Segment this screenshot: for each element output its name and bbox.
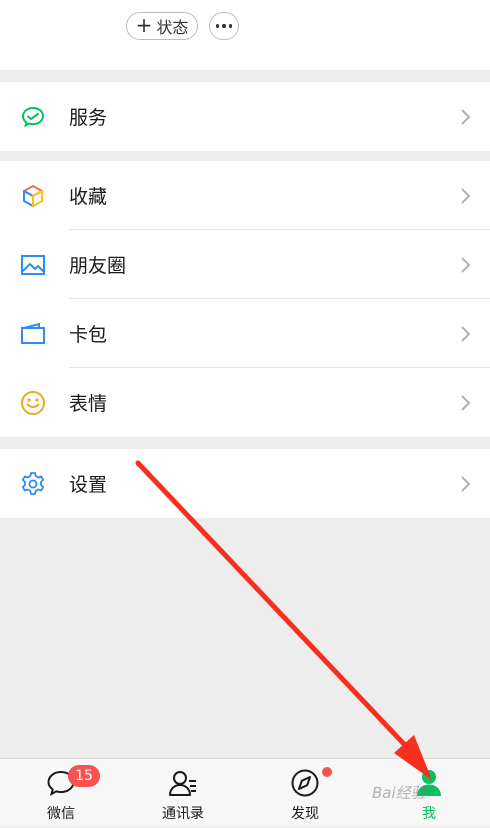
tab-contacts[interactable]: 通讯录 (122, 759, 244, 828)
compass-icon (289, 767, 321, 799)
profile-header: + 状态 (0, 0, 490, 70)
tab-discover[interactable]: 发现 (244, 759, 366, 828)
menu-label-services: 服务 (69, 107, 108, 129)
menu-label-settings: 设置 (69, 474, 108, 496)
services-group: 服务 (0, 82, 490, 151)
plus-icon: + (135, 13, 153, 37)
wallet-card-icon (20, 321, 46, 347)
chevron-right-icon (458, 187, 472, 205)
wechat-pay-icon (20, 104, 46, 130)
tab-label-contacts: 通讯录 (162, 806, 204, 822)
watermark: Bai经验 (372, 784, 426, 802)
menu-item-card[interactable]: 卡包 (0, 299, 490, 368)
add-status-button[interactable]: + 状态 (126, 12, 198, 40)
menu-label-stickers: 表情 (69, 393, 108, 415)
settings-group: 设置 (0, 449, 490, 518)
tab-label-me: 我 (422, 806, 436, 822)
status-label: 状态 (156, 18, 189, 37)
dot-icon (215, 24, 220, 28)
tab-chats[interactable]: 15 微信 (0, 759, 122, 828)
menu-label-card: 卡包 (69, 324, 108, 346)
chevron-right-icon (458, 475, 472, 493)
smiley-icon (20, 390, 46, 416)
gear-icon (20, 471, 46, 497)
cube-icon (20, 183, 46, 209)
chevron-right-icon (458, 394, 472, 412)
unread-badge: 15 (68, 765, 100, 787)
menu-item-services[interactable]: 服务 (0, 82, 490, 151)
menu-label-moments: 朋友圈 (69, 255, 127, 277)
chevron-right-icon (458, 256, 472, 274)
menu-item-favorites[interactable]: 收藏 (0, 161, 490, 230)
contacts-icon (167, 767, 199, 799)
tab-label-chats: 微信 (47, 806, 75, 822)
menu-label-favorites: 收藏 (69, 186, 108, 208)
more-button[interactable] (209, 12, 239, 40)
chevron-right-icon (458, 325, 472, 343)
chevron-right-icon (458, 108, 472, 126)
menu-item-settings[interactable]: 设置 (0, 449, 490, 518)
menu-item-moments[interactable]: 朋友圈 (0, 230, 490, 299)
features-group: 收藏 朋友圈 卡包 表情 (0, 161, 490, 437)
picture-icon (20, 252, 46, 278)
tab-label-discover: 发现 (291, 806, 319, 822)
menu-item-stickers[interactable]: 表情 (0, 368, 490, 437)
notification-dot (322, 767, 332, 777)
